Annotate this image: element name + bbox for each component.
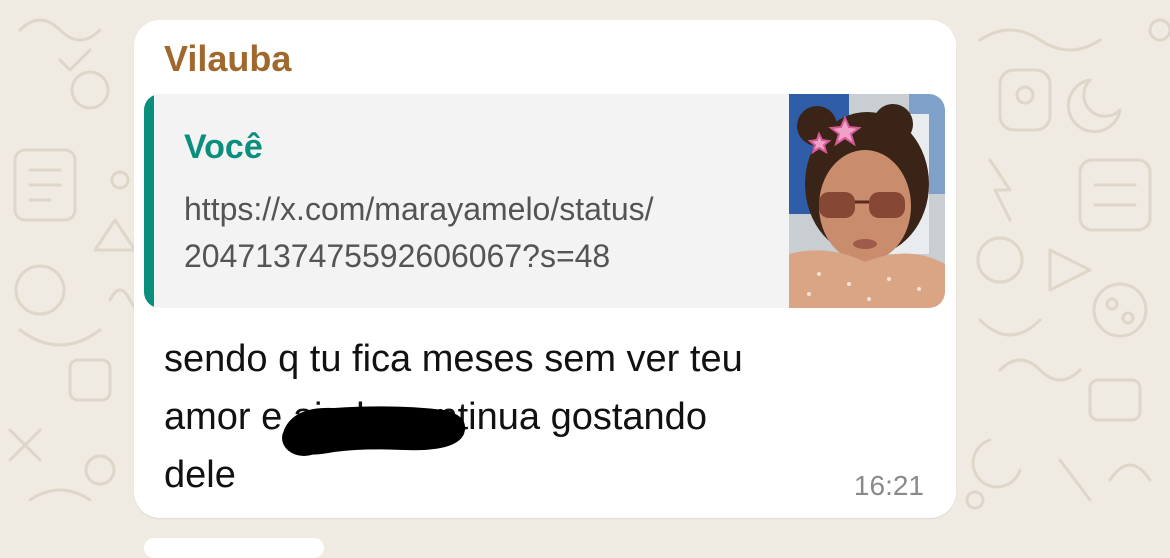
message-timestamp: 16:21	[853, 470, 924, 501]
quote-thumbnail-image	[789, 94, 945, 308]
redaction-scribble	[282, 406, 466, 456]
quote-accent-bar	[144, 94, 154, 308]
message-text-line: dele	[164, 454, 236, 496]
quote-author: Você	[184, 128, 263, 166]
message-text-line: sendo q tu fica meses sem ver teu	[164, 338, 743, 380]
next-message-bubble-edge[interactable]	[144, 538, 324, 558]
message-text-line: amor e ainda continua gostando	[164, 396, 707, 438]
quoted-message[interactable]: Você https://x.com/marayamelo/status/ 20…	[144, 94, 945, 308]
quote-text: https://x.com/marayamelo/status/ 2047137…	[184, 186, 784, 280]
message-text: sendo q tu fica meses sem ver teu amor e…	[164, 330, 884, 504]
message-bubble[interactable]: Vilauba Você https://x.com/marayamelo/st…	[134, 20, 956, 518]
quote-text-line: https://x.com/marayamelo/status/	[184, 191, 654, 227]
photo-thumbnail-illustration	[789, 94, 945, 308]
quote-text-line: 2047137475592606067?s=48	[184, 238, 611, 274]
sender-name[interactable]: Vilauba	[164, 38, 291, 80]
